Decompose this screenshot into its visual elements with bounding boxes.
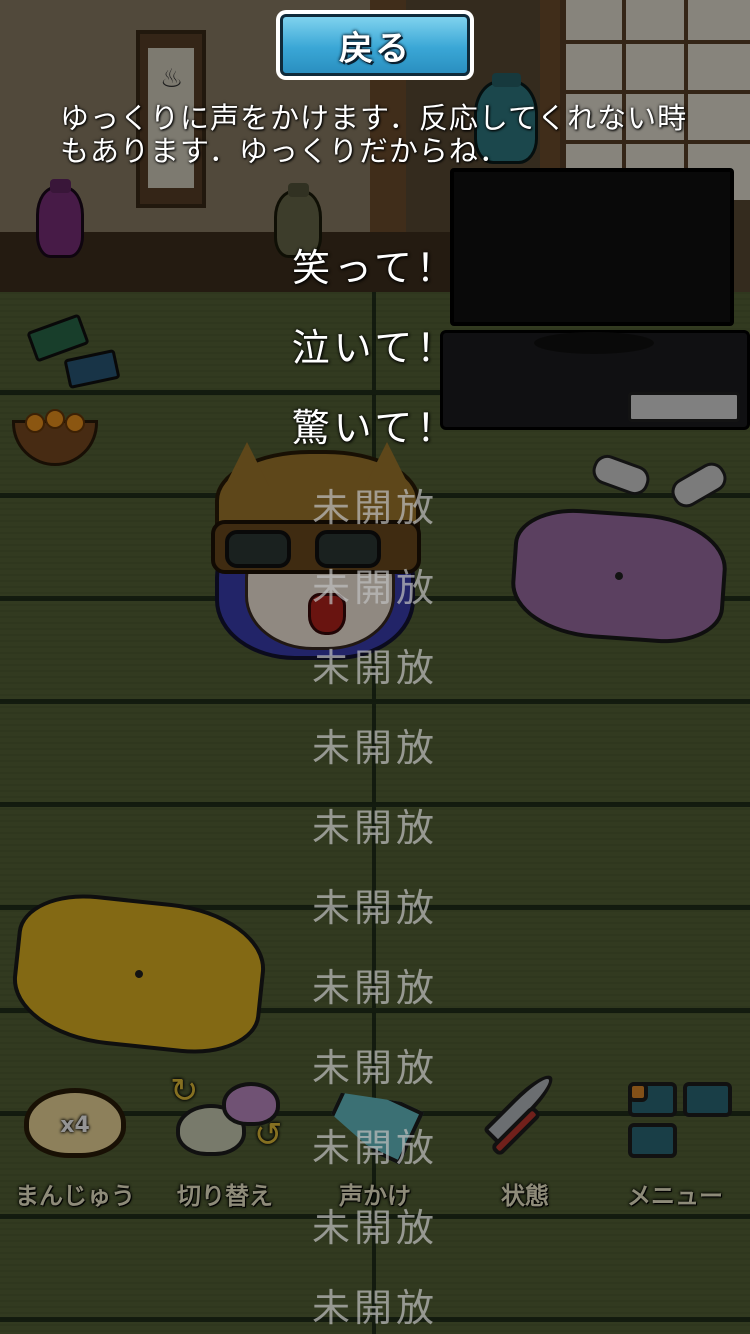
voice-option-locked: 未開放: [311, 646, 438, 690]
voice-option-locked: 未開放: [311, 726, 438, 770]
voice-option-locked: 未開放: [311, 1286, 438, 1330]
back-button-label: 戻る: [339, 28, 411, 69]
voice-option[interactable]: 笑って！: [0, 228, 750, 308]
game-screen: ♨ x4 まんじゅう ↻ ↺ 切り替え 声かけ 状態 メニュー 戻る ゆっくりに…: [0, 0, 750, 1334]
voice-option-locked: 未開放: [311, 566, 438, 610]
voice-option[interactable]: 泣いて！: [0, 308, 750, 388]
voice-option-locked: 未開放: [311, 486, 438, 530]
voice-option-locked: 未開放: [311, 1206, 438, 1250]
voice-option-locked: 未開放: [311, 1126, 438, 1170]
back-button[interactable]: 戻る: [276, 10, 474, 80]
voice-option-locked: 未開放: [311, 966, 438, 1010]
voice-option-locked: 未開放: [311, 886, 438, 930]
voice-instructions: ゆっくりに声をかけます．反応してくれない時もあります．ゆっくりだからね．: [60, 101, 688, 168]
back-button-face: 戻る: [280, 14, 470, 76]
voice-option[interactable]: 驚いて！: [0, 388, 750, 468]
voice-option-locked: 未開放: [311, 1046, 438, 1090]
voice-option-locked: 未開放: [311, 806, 438, 850]
